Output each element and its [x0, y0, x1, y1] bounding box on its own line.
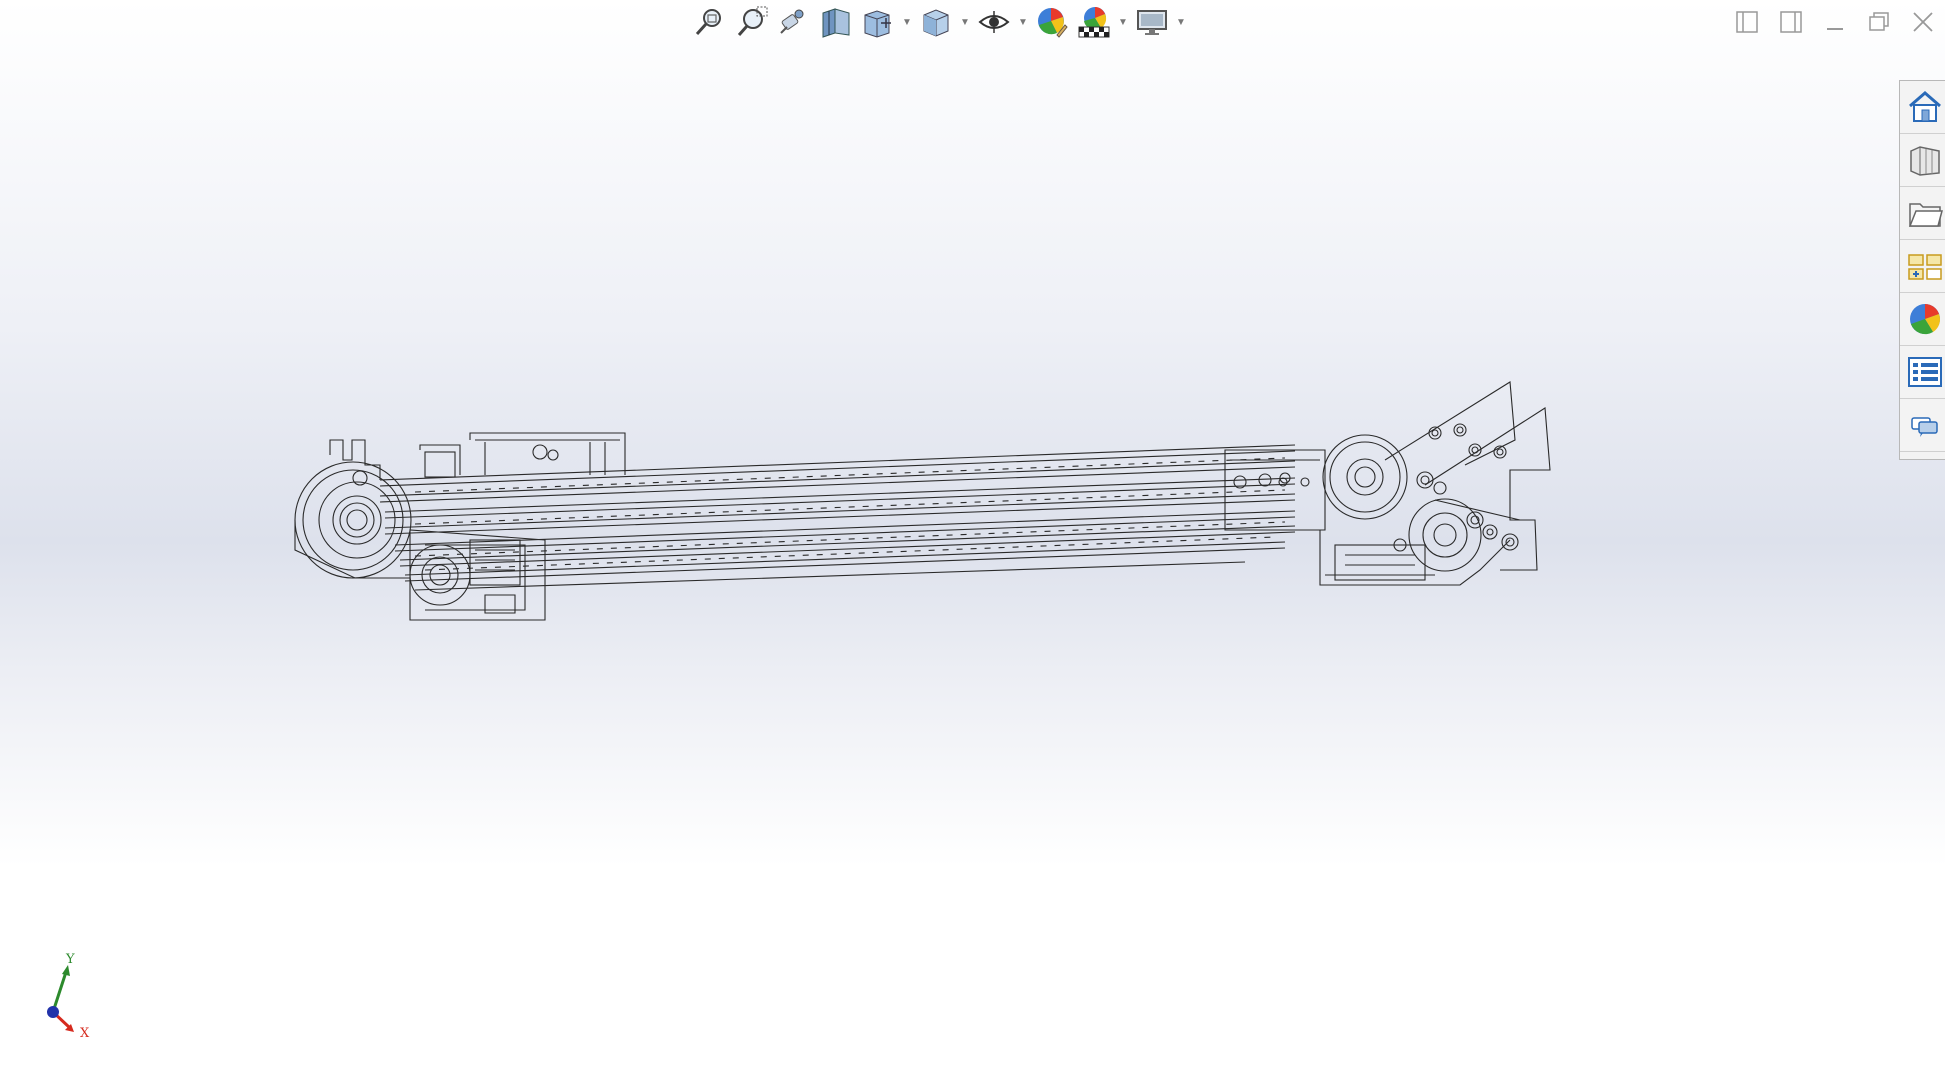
tab-design-library[interactable] — [1900, 134, 1945, 187]
edit-appearance-icon — [1038, 8, 1068, 38]
reference-triad: X Y — [38, 950, 98, 1041]
previous-view-button[interactable] — [774, 2, 814, 42]
previous-view-icon — [780, 9, 804, 34]
section-view-button[interactable] — [816, 2, 856, 42]
appearances-scenes-icon — [1910, 304, 1940, 335]
hide-show-items-dropdown[interactable]: ▼ — [1016, 2, 1030, 42]
display-style-button[interactable] — [916, 2, 956, 42]
view-settings-dropdown[interactable]: ▼ — [1174, 2, 1188, 42]
design-library-icon — [1910, 146, 1940, 176]
heads-up-view-toolbar: ▼ ▼ ▼ ▼ ▼ — [690, 0, 1188, 44]
edit-appearance-button[interactable] — [1032, 2, 1072, 42]
minimize-icon — [1827, 28, 1843, 30]
hide-show-items-button[interactable] — [974, 2, 1014, 42]
view-settings-button[interactable] — [1132, 2, 1172, 42]
view-orientation-button[interactable] — [858, 2, 898, 42]
x-axis-label: X — [80, 1026, 90, 1040]
apply-scene-button[interactable] — [1074, 2, 1114, 42]
forum-icon — [1911, 417, 1938, 437]
model-wireframe[interactable] — [285, 370, 1570, 640]
restore-icon — [1869, 12, 1889, 31]
tab-forum[interactable] — [1900, 399, 1945, 452]
apply-scene-dropdown[interactable]: ▼ — [1116, 2, 1130, 42]
tile-right-button[interactable] — [1769, 0, 1813, 44]
view-settings-icon — [1137, 10, 1167, 35]
y-axis-line — [51, 971, 68, 1013]
tile-right-icon — [1780, 11, 1802, 33]
y-axis-label: Y — [65, 952, 75, 967]
window-controls — [1725, 0, 1945, 44]
view-orientation-dropdown[interactable]: ▼ — [900, 2, 914, 42]
tab-view-palette[interactable] — [1900, 240, 1945, 293]
minimize-button[interactable] — [1813, 0, 1857, 44]
tile-left-button[interactable] — [1725, 0, 1769, 44]
zoom-to-area-icon — [737, 6, 768, 36]
task-pane — [1899, 80, 1945, 460]
custom-properties-icon — [1908, 357, 1942, 387]
close-icon — [1913, 12, 1933, 32]
solidworks-resources-icon — [1909, 91, 1941, 122]
graphics-area[interactable]: ▼ ▼ ▼ ▼ ▼ X Y — [0, 0, 1945, 1083]
tab-appearances-scenes[interactable] — [1900, 293, 1945, 346]
close-button[interactable] — [1901, 0, 1945, 44]
tab-solidworks-resources[interactable] — [1900, 81, 1945, 134]
restore-button[interactable] — [1857, 0, 1901, 44]
section-view-icon — [822, 8, 850, 38]
tile-left-icon — [1736, 11, 1758, 33]
display-style-icon — [923, 9, 949, 37]
file-explorer-icon — [1908, 203, 1943, 227]
zoom-to-fit-icon — [695, 9, 721, 36]
view-orientation-icon — [864, 10, 891, 38]
display-style-dropdown[interactable]: ▼ — [958, 2, 972, 42]
zoom-to-area-button[interactable] — [732, 2, 772, 42]
apply-scene-icon — [1078, 7, 1110, 38]
triad-axes: X Y — [47, 952, 90, 1041]
tab-file-explorer[interactable] — [1900, 187, 1945, 240]
view-palette-icon — [1908, 254, 1942, 280]
tab-custom-properties[interactable] — [1900, 346, 1945, 399]
zoom-to-fit-button[interactable] — [690, 2, 730, 42]
z-axis-dot — [47, 1006, 59, 1018]
hide-show-items-icon — [978, 11, 1010, 33]
